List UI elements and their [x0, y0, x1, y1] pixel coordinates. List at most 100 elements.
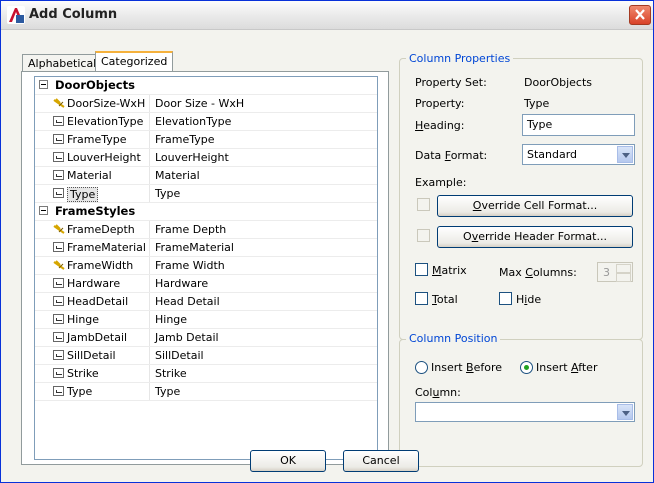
collapse-icon[interactable] [39, 80, 48, 89]
window-title: Add Column [29, 7, 118, 22]
insert-before-label: Insert Before [431, 361, 503, 374]
column-divider [149, 347, 150, 364]
property-row[interactable]: FrameType FrameType [35, 131, 377, 149]
spin-down-icon[interactable] [616, 272, 631, 282]
column-position-legend: Column Position [406, 332, 501, 345]
property-row[interactable]: JambDetail Jamb Detail [35, 329, 377, 347]
property-name: Hardware [67, 277, 121, 290]
property-display-name: Head Detail [155, 295, 220, 308]
example-label: Example: [415, 176, 467, 189]
calculated-property-icon [53, 224, 65, 234]
tab-label: Alphabetical [28, 57, 97, 70]
calculated-property-icon [53, 98, 65, 108]
property-display-name: Strike [155, 367, 187, 380]
property-display-name: LouverHeight [155, 151, 229, 164]
property-row[interactable]: Hinge Hinge [35, 311, 377, 329]
data-format-label: Data Format: [415, 149, 488, 162]
category-row[interactable]: FrameStyles [35, 203, 377, 221]
category-name: DoorObjects [55, 78, 135, 92]
property-row[interactable]: Material Material [35, 167, 377, 185]
data-format-dropdown[interactable]: Standard [522, 144, 635, 165]
heading-input[interactable]: Type [522, 114, 635, 136]
column-divider [149, 167, 150, 184]
total-checkbox[interactable] [415, 292, 428, 305]
property-value: Type [524, 97, 550, 110]
collapse-icon[interactable] [39, 206, 48, 215]
column-divider [149, 131, 150, 148]
chevron-down-icon[interactable] [617, 404, 633, 420]
column-divider [149, 329, 150, 346]
column-divider [149, 257, 150, 274]
property-name: Hinge [67, 313, 100, 326]
column-divider [149, 293, 150, 310]
property-row[interactable]: Type Type [35, 383, 377, 401]
property-icon [53, 116, 64, 126]
property-row[interactable]: DoorSize-WxH Door Size - WxH [35, 95, 377, 113]
column-divider [149, 185, 150, 202]
property-tree[interactable]: DoorObjects DoorSize-WxH Door Size - WxH El… [34, 76, 378, 460]
property-name: Type [67, 385, 93, 398]
max-columns-value: 3 [603, 266, 610, 279]
property-row[interactable]: LouverHeight LouverHeight [35, 149, 377, 167]
column-dropdown[interactable] [415, 402, 635, 422]
property-display-name: Door Size - WxH [155, 97, 245, 110]
property-display-name: Jamb Detail [155, 331, 219, 344]
property-display-name: Frame Depth [155, 223, 227, 236]
property-row[interactable]: ElevationType ElevationType [35, 113, 377, 131]
matrix-checkbox[interactable] [415, 263, 428, 276]
property-name: JambDetail [67, 331, 128, 344]
tab-categorized[interactable]: Categorized [95, 51, 174, 72]
property-row[interactable]: FrameMaterial FrameMaterial [35, 239, 377, 257]
column-divider [149, 113, 150, 130]
hide-label: Hide [516, 293, 542, 306]
ok-button[interactable]: OK [250, 450, 326, 472]
property-icon [53, 278, 64, 288]
property-row[interactable]: FrameDepth Frame Depth [35, 221, 377, 239]
calculated-property-icon [53, 260, 65, 270]
chevron-down-icon[interactable] [617, 146, 633, 163]
insert-after-radio[interactable] [520, 361, 533, 374]
column-divider [149, 311, 150, 328]
property-row[interactable]: SillDetail SillDetail [35, 347, 377, 365]
property-name: ElevationType [67, 115, 144, 128]
cancel-button[interactable]: Cancel [343, 450, 419, 472]
override-header-format-button[interactable]: Override Header Format... [437, 226, 633, 248]
property-icon [53, 170, 64, 180]
property-name: FrameWidth [67, 259, 134, 272]
insert-after-label: Insert After [536, 361, 598, 374]
property-icon [53, 332, 64, 342]
column-divider [149, 239, 150, 256]
column-divider [149, 221, 150, 238]
column-divider [149, 95, 150, 112]
column-divider [149, 149, 150, 166]
heading-label: Heading: [415, 119, 465, 132]
property-name: Material [67, 169, 112, 182]
property-icon [53, 134, 64, 144]
close-button[interactable] [629, 5, 651, 25]
data-format-value: Standard [527, 148, 578, 161]
category-name: FrameStyles [55, 204, 136, 218]
property-row[interactable]: FrameWidth Frame Width [35, 257, 377, 275]
tab-alphabetical[interactable]: Alphabetical [22, 54, 103, 72]
column-divider [149, 365, 150, 382]
title-bar: Add Column [1, 1, 653, 30]
autocad-app-icon [7, 6, 25, 24]
max-columns-spinner[interactable]: 3 [597, 262, 633, 282]
property-display-name: Material [155, 169, 200, 182]
category-row[interactable]: DoorObjects [35, 77, 377, 95]
property-display-name: Type [155, 385, 181, 398]
override-cell-checkbox[interactable] [417, 198, 430, 211]
property-icon [53, 242, 64, 252]
property-row[interactable]: Hardware Hardware [35, 275, 377, 293]
add-column-dialog: Add Column Alphabetical Categorized Door… [0, 0, 654, 483]
override-cell-format-button[interactable]: Override Cell Format... [437, 195, 633, 217]
hide-checkbox[interactable] [499, 292, 512, 305]
property-row[interactable]: Strike Strike [35, 365, 377, 383]
property-row[interactable]: Type Type [35, 185, 377, 203]
property-icon [53, 386, 64, 396]
property-set-value: DoorObjects [524, 76, 593, 89]
override-header-checkbox[interactable] [417, 229, 430, 242]
dialog-body: Alphabetical Categorized DoorObjects Door… [1, 30, 653, 482]
property-row[interactable]: HeadDetail Head Detail [35, 293, 377, 311]
insert-before-radio[interactable] [415, 361, 428, 374]
